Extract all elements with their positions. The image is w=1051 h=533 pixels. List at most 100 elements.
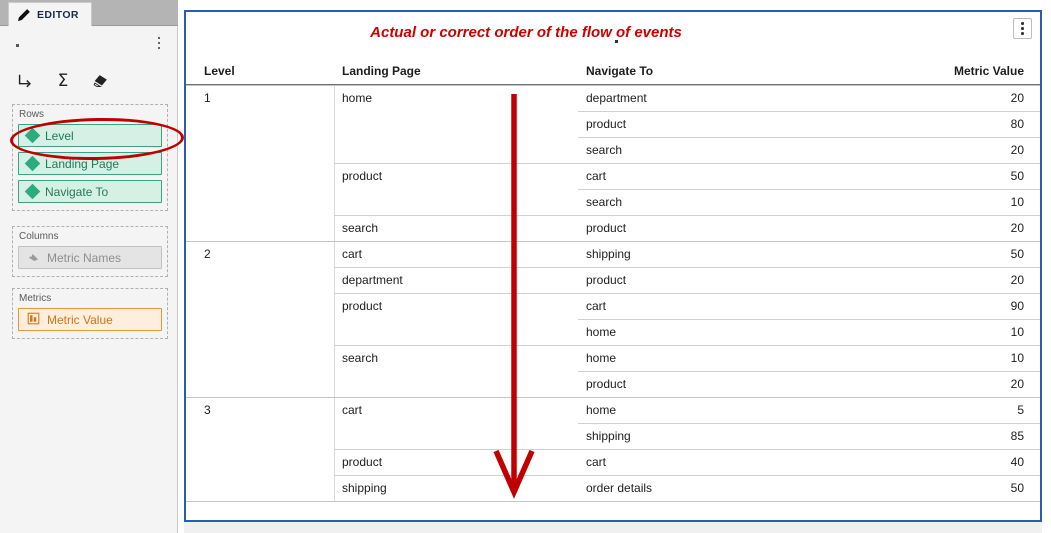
more-options-icon[interactable] [152, 34, 166, 52]
table-row[interactable]: search 20 [186, 137, 1040, 163]
cell-metric-value: 20 [1010, 221, 1024, 235]
report-title: Actual or correct order of the flow of e… [370, 24, 682, 41]
cell-metric-value: 10 [1010, 195, 1024, 209]
shelf-metrics: Metrics Metric Value [12, 288, 168, 339]
pencil-icon [17, 8, 31, 22]
table-row[interactable]: search home 10 [186, 345, 1040, 371]
cell-navigate-to: department [586, 91, 647, 105]
report-panel: Actual or correct order of the flow of e… [184, 10, 1042, 522]
shelf-rows-title: Rows [19, 109, 45, 120]
summation-icon[interactable]: Σ [52, 70, 74, 92]
shelf-item-metric-value-label: Metric Value [47, 312, 113, 327]
title-marker-dot [615, 40, 618, 43]
cell-navigate-to: cart [586, 299, 607, 313]
cell-navigate-to: product [586, 377, 627, 391]
shelf-item-metric-names-label: Metric Names [47, 250, 122, 265]
row-divider [578, 137, 1040, 138]
report-editor-screen: EDITOR Σ Rows Level Landing Page Navigat… [0, 0, 1051, 533]
shelf-item-metric-value[interactable]: Metric Value [18, 308, 162, 331]
cell-navigate-to: shipping [586, 247, 631, 261]
row-divider [334, 163, 1040, 164]
shelf-item-landing-page-label: Landing Page [45, 156, 120, 171]
cell-navigate-to: shipping [586, 429, 631, 443]
table-row[interactable]: product 80 [186, 111, 1040, 137]
cell-metric-value: 20 [1010, 91, 1024, 105]
cell-navigate-to: cart [586, 455, 607, 469]
tab-editor-label: EDITOR [37, 8, 79, 21]
cell-landing-page: product [342, 299, 383, 313]
row-divider [578, 189, 1040, 190]
column-header-landing-page[interactable]: Landing Page [342, 64, 421, 78]
cell-landing-page: cart [342, 403, 363, 417]
row-divider [334, 345, 1040, 346]
row-divider [334, 449, 1040, 450]
shelf-item-level[interactable]: Level [18, 124, 162, 147]
cell-landing-page: shipping [342, 481, 387, 495]
table-row[interactable]: 3 cart home 5 [186, 397, 1040, 423]
table-row[interactable]: product cart 50 [186, 163, 1040, 189]
table-row[interactable]: product cart 90 [186, 293, 1040, 319]
tab-editor[interactable]: EDITOR [8, 2, 92, 26]
row-divider [186, 85, 1040, 86]
table-row[interactable]: product cart 40 [186, 449, 1040, 475]
column-header-navigate-to[interactable]: Navigate To [586, 64, 653, 78]
cell-landing-page: search [342, 221, 379, 235]
table-row[interactable]: product 20 [186, 371, 1040, 397]
cell-navigate-to: home [586, 403, 617, 417]
shelf-columns: Columns Metric Names [12, 226, 168, 277]
eraser-icon[interactable] [90, 70, 112, 92]
editor-toolbar: Σ [0, 64, 178, 98]
cell-metric-value: 5 [1017, 403, 1024, 417]
cell-metric-value: 20 [1010, 143, 1024, 157]
metric-names-tag-icon [27, 250, 40, 266]
cell-metric-value: 10 [1010, 351, 1024, 365]
editor-tabstrip: EDITOR [0, 0, 178, 26]
cell-metric-value: 50 [1010, 169, 1024, 183]
shelf-item-navigate-to[interactable]: Navigate To [18, 180, 162, 203]
table-row[interactable]: search 10 [186, 189, 1040, 215]
shelf-rows: Rows Level Landing Page Navigate To [12, 104, 168, 211]
shelf-item-navigate-to-label: Navigate To [45, 184, 109, 199]
cell-landing-page: search [342, 351, 379, 365]
grid-body: 1 home department 20 product 80 search 20 produc… [186, 85, 1040, 527]
editor-panel-header [0, 26, 178, 64]
row-divider [578, 111, 1040, 112]
cell-navigate-to: product [586, 117, 627, 131]
cell-landing-page: department [342, 273, 403, 287]
table-row[interactable]: search product 20 [186, 215, 1040, 241]
shelf-metrics-title: Metrics [19, 293, 52, 304]
shelf-item-metric-names[interactable]: Metric Names [18, 246, 162, 269]
cell-landing-page: home [342, 91, 373, 105]
table-row[interactable]: shipping 85 [186, 423, 1040, 449]
grid-header-row: Level Landing Page Navigate To Metric Va… [186, 56, 1040, 85]
cell-metric-value: 50 [1010, 247, 1024, 261]
cell-navigate-to: product [586, 273, 627, 287]
drill-down-icon[interactable] [14, 70, 36, 92]
column-header-level[interactable]: Level [204, 64, 235, 78]
row-divider [578, 371, 1040, 372]
cell-metric-value: 50 [1010, 481, 1024, 495]
cell-navigate-to: search [586, 195, 623, 209]
editor-panel: EDITOR Σ Rows Level Landing Page Navigat… [0, 0, 185, 533]
table-row[interactable]: 2 cart shipping 50 [186, 241, 1040, 267]
cell-navigate-to: search [586, 143, 623, 157]
cell-level: 1 [204, 91, 211, 105]
cell-metric-value: 90 [1010, 299, 1024, 313]
dimension-diamond-icon [24, 183, 41, 200]
table-row[interactable]: department product 20 [186, 267, 1040, 293]
cell-landing-page: product [342, 455, 383, 469]
column-header-metric-value[interactable]: Metric Value [954, 64, 1024, 78]
row-divider [334, 267, 1040, 268]
report-more-options-icon[interactable] [1013, 18, 1032, 39]
table-row[interactable]: home 10 [186, 319, 1040, 345]
table-row[interactable]: shipping order details 50 [186, 475, 1040, 501]
cell-navigate-to: home [586, 325, 617, 339]
report-grid: Level Landing Page Navigate To Metric Va… [186, 56, 1040, 520]
table-row[interactable]: 1 home department 20 [186, 85, 1040, 111]
editor-panel-marker-dot [16, 44, 19, 47]
shelf-item-landing-page[interactable]: Landing Page [18, 152, 162, 175]
row-divider [578, 423, 1040, 424]
shelf-item-level-label: Level [45, 128, 74, 143]
cell-navigate-to: product [586, 221, 627, 235]
cell-metric-value: 40 [1010, 455, 1024, 469]
